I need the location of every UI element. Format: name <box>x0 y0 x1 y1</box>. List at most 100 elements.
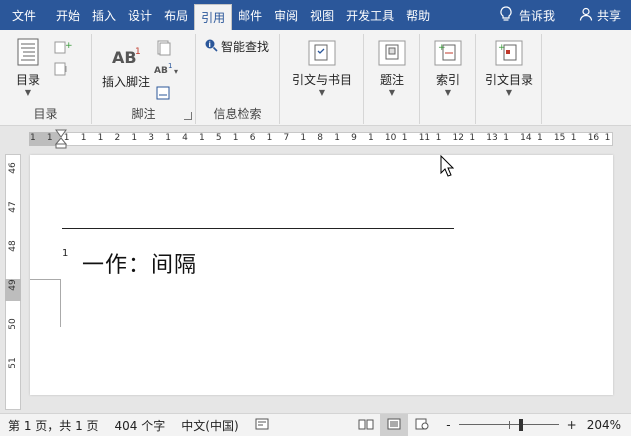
ruler-label: 1 <box>435 133 442 143</box>
group-captions: 题注 ▼ <box>364 34 420 124</box>
tab-insert[interactable]: 插入 <box>86 0 122 30</box>
next-footnote-icon[interactable]: AB 1 ▾ <box>154 62 180 81</box>
tab-mailings[interactable]: 邮件 <box>232 0 268 30</box>
citation-icon <box>288 40 356 69</box>
zoom-slider[interactable] <box>458 419 559 431</box>
ruler-label: 3 <box>148 133 155 143</box>
ruler-label: 10 <box>384 133 397 143</box>
ruler-label: 1 <box>97 133 104 143</box>
vertical-ruler[interactable]: 46 47 48 49 50 51 <box>0 151 29 413</box>
svg-text:▾: ▾ <box>174 67 178 76</box>
group-research: i 智能查找 信息检索 <box>196 34 280 124</box>
ruler-label: 1 <box>537 133 543 143</box>
tab-view[interactable]: 视图 <box>304 0 340 30</box>
read-mode-button[interactable] <box>352 414 380 436</box>
web-layout-button[interactable] <box>408 414 436 436</box>
show-notes-icon[interactable] <box>156 86 170 103</box>
ruler-label: 1 <box>63 133 70 143</box>
dialog-launcher-icon[interactable] <box>184 112 192 120</box>
tab-file[interactable]: 文件 <box>0 0 50 30</box>
tab-home[interactable]: 开始 <box>50 0 86 30</box>
zoom-out-button[interactable]: - <box>436 418 454 432</box>
caption-icon <box>370 40 414 69</box>
group-label-toc: 目录 <box>33 107 58 121</box>
zoom-level[interactable]: 204% <box>581 418 631 432</box>
book-icon <box>358 418 374 433</box>
ruler-label: 1 <box>570 133 577 143</box>
tab-developer[interactable]: 开发工具 <box>340 0 400 30</box>
ruler-label: 51 <box>8 357 18 369</box>
update-table-icon[interactable] <box>54 62 70 79</box>
table-of-contents-icon <box>8 38 48 69</box>
index-button[interactable]: + 索引 ▼ <box>426 40 470 98</box>
svg-text:AB: AB <box>154 66 168 76</box>
ribbon-tab-bar: 文件 开始 插入 设计 布局 引用 邮件 审阅 视图 开发工具 帮助 告诉我 共… <box>0 0 631 30</box>
svg-text:i: i <box>209 41 211 49</box>
tab-design[interactable]: 设计 <box>122 0 158 30</box>
insert-footnote-button[interactable]: AB 1 插入脚注 <box>98 44 154 90</box>
group-label-footnotes: 脚注 <box>131 107 156 121</box>
tell-me-box[interactable]: 告诉我 <box>489 5 569 25</box>
language-indicator[interactable]: 中文(中国) <box>173 417 246 434</box>
footnote-reference: 1 <box>62 248 69 259</box>
page-count[interactable]: 第 1 页，共 1 页 <box>0 417 107 434</box>
chevron-down-icon: ▼ <box>388 88 396 97</box>
svg-text:1: 1 <box>135 47 141 57</box>
ruler-label: 48 <box>8 240 18 252</box>
margin-crop-mark <box>30 279 61 327</box>
share-button[interactable]: 共享 <box>569 7 631 24</box>
captions-label: 题注 <box>379 73 404 87</box>
tab-layout[interactable]: 布局 <box>158 0 194 30</box>
footnote-text[interactable]: 一作：间隔 <box>82 247 197 279</box>
ruler-label: 1 <box>165 133 171 143</box>
mouse-pointer-icon <box>440 154 455 180</box>
insert-endnote-icon[interactable] <box>156 40 172 59</box>
group-toc: 目录 ▼ + 目录 <box>0 34 92 124</box>
print-layout-button[interactable] <box>380 414 409 436</box>
tab-review[interactable]: 审阅 <box>268 0 304 30</box>
index-label: 索引 <box>435 73 460 87</box>
group-index: + 索引 ▼ <box>420 34 476 124</box>
horizontal-ruler[interactable]: 1 1 1 1 1 2 1 3 1 4 1 5 1 6 1 7 1 8 1 9 1 10 1 11 1 12 1 13 1 14 1 15 1 1… <box>0 127 631 151</box>
index-icon: + <box>426 40 470 69</box>
toc-button[interactable]: 目录 ▼ <box>8 38 48 98</box>
zoom-in-button[interactable]: + <box>563 418 581 432</box>
ruler-label: 50 <box>8 318 18 330</box>
group-table-of-authorities: + 引文目录 ▼ <box>476 34 542 124</box>
status-bar: 第 1 页，共 1 页 404 个字 中文(中国) - + 204% <box>0 413 631 436</box>
document-page[interactable]: 1 一作：间隔 <box>30 155 613 395</box>
insert-footnote-label: 插入脚注 <box>101 75 150 89</box>
ruler-label: 46 <box>8 162 18 174</box>
ruler-label: 1 <box>131 133 138 143</box>
group-footnotes: AB 1 插入脚注 AB 1 ▾ 脚注 <box>92 34 196 124</box>
ruler-label: 1 <box>604 133 611 143</box>
tab-help[interactable]: 帮助 <box>400 0 436 30</box>
ruler-label: 1 <box>401 133 408 143</box>
ruler-label: 1 <box>232 133 239 143</box>
table-of-authorities-button[interactable]: + 引文目录 ▼ <box>480 40 538 98</box>
citations-button[interactable]: 引文与书目 ▼ <box>288 40 356 98</box>
ruler-label: 1 <box>80 133 87 143</box>
footnote-icon: AB 1 <box>98 44 154 71</box>
ruler-label: 13 <box>486 133 498 143</box>
ruler-label: 7 <box>283 133 290 143</box>
group-citations: 引文与书目 ▼ <box>280 34 364 124</box>
ruler-label: 1 <box>503 133 509 143</box>
ruler-label: 14 <box>520 133 532 143</box>
macro-record-icon[interactable] <box>247 418 277 433</box>
footnote-separator <box>62 228 454 229</box>
zoom-slider-thumb[interactable] <box>519 419 524 431</box>
chevron-down-icon: ▼ <box>444 88 452 97</box>
ruler-label: 8 <box>317 133 324 143</box>
share-label: 共享 <box>596 8 621 23</box>
smart-lookup-button[interactable]: i 智能查找 <box>204 38 269 55</box>
word-count[interactable]: 404 个字 <box>107 417 174 434</box>
ruler-label: 11 <box>418 133 431 143</box>
tab-references[interactable]: 引用 <box>194 4 233 30</box>
ruler-label: 1 <box>368 133 374 143</box>
ruler-label: 2 <box>114 133 121 143</box>
captions-button[interactable]: 题注 ▼ <box>370 40 414 98</box>
add-text-icon[interactable]: + <box>54 40 73 57</box>
ruler-label: 1 <box>300 133 307 143</box>
svg-text:AB: AB <box>112 48 137 67</box>
